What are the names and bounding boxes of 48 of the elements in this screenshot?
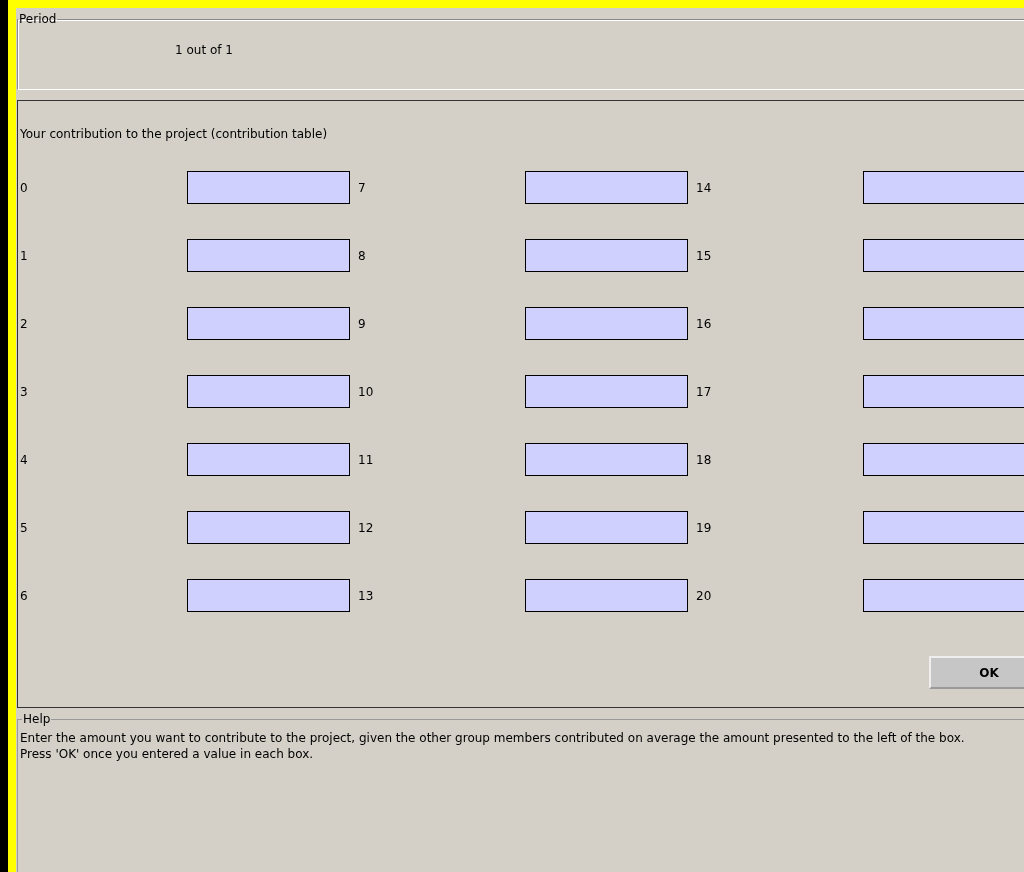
- average-label: 4: [19, 452, 29, 467]
- help-title: Help: [22, 712, 52, 726]
- input-field[interactable]: [187, 171, 350, 204]
- average-label: 10: [357, 384, 375, 399]
- average-label: 2: [19, 316, 29, 331]
- average-label: 0: [19, 180, 29, 195]
- average-label: 12: [357, 520, 375, 535]
- input-field[interactable]: [863, 171, 1024, 204]
- input-field[interactable]: [863, 239, 1024, 272]
- input-field[interactable]: [187, 375, 350, 408]
- average-label: 16: [695, 316, 713, 331]
- input-field[interactable]: [187, 579, 350, 612]
- input-field[interactable]: [525, 375, 688, 408]
- period-value: 1 out of 1: [175, 43, 233, 57]
- ok-button[interactable]: OK: [929, 656, 1024, 689]
- average-label: 18: [695, 452, 713, 467]
- average-label: 1: [19, 248, 29, 263]
- input-field[interactable]: [863, 443, 1024, 476]
- average-label: 11: [357, 452, 375, 467]
- input-field[interactable]: [863, 511, 1024, 544]
- input-field[interactable]: [863, 375, 1024, 408]
- average-label: 13: [357, 588, 375, 603]
- period-title: Period: [18, 12, 58, 26]
- input-field[interactable]: [525, 171, 688, 204]
- input-field[interactable]: [525, 443, 688, 476]
- input-field[interactable]: [525, 511, 688, 544]
- average-label: 17: [695, 384, 713, 399]
- average-label: 3: [19, 384, 29, 399]
- average-label: 9: [357, 316, 367, 331]
- input-field[interactable]: [187, 307, 350, 340]
- input-field[interactable]: [187, 443, 350, 476]
- input-field[interactable]: [525, 307, 688, 340]
- average-label: 7: [357, 180, 367, 195]
- average-label: 8: [357, 248, 367, 263]
- input-field[interactable]: [863, 579, 1024, 612]
- input-field[interactable]: [525, 579, 688, 612]
- input-field[interactable]: [187, 239, 350, 272]
- input-field[interactable]: [525, 239, 688, 272]
- average-label: 14: [695, 180, 713, 195]
- average-label: 20: [695, 588, 713, 603]
- average-label: 15: [695, 248, 713, 263]
- average-label: 5: [19, 520, 29, 535]
- input-field[interactable]: [187, 511, 350, 544]
- table-heading: Your contribution to the project (contribution table): [20, 127, 328, 141]
- average-label: 19: [695, 520, 713, 535]
- average-label: 6: [19, 588, 29, 603]
- help-text: Enter the amount you want to contribute to the project, given the other group members contributed on average the amount presented to the left of the box. Press 'OK' once you entered a value in each box.: [20, 730, 966, 762]
- input-field[interactable]: [863, 307, 1024, 340]
